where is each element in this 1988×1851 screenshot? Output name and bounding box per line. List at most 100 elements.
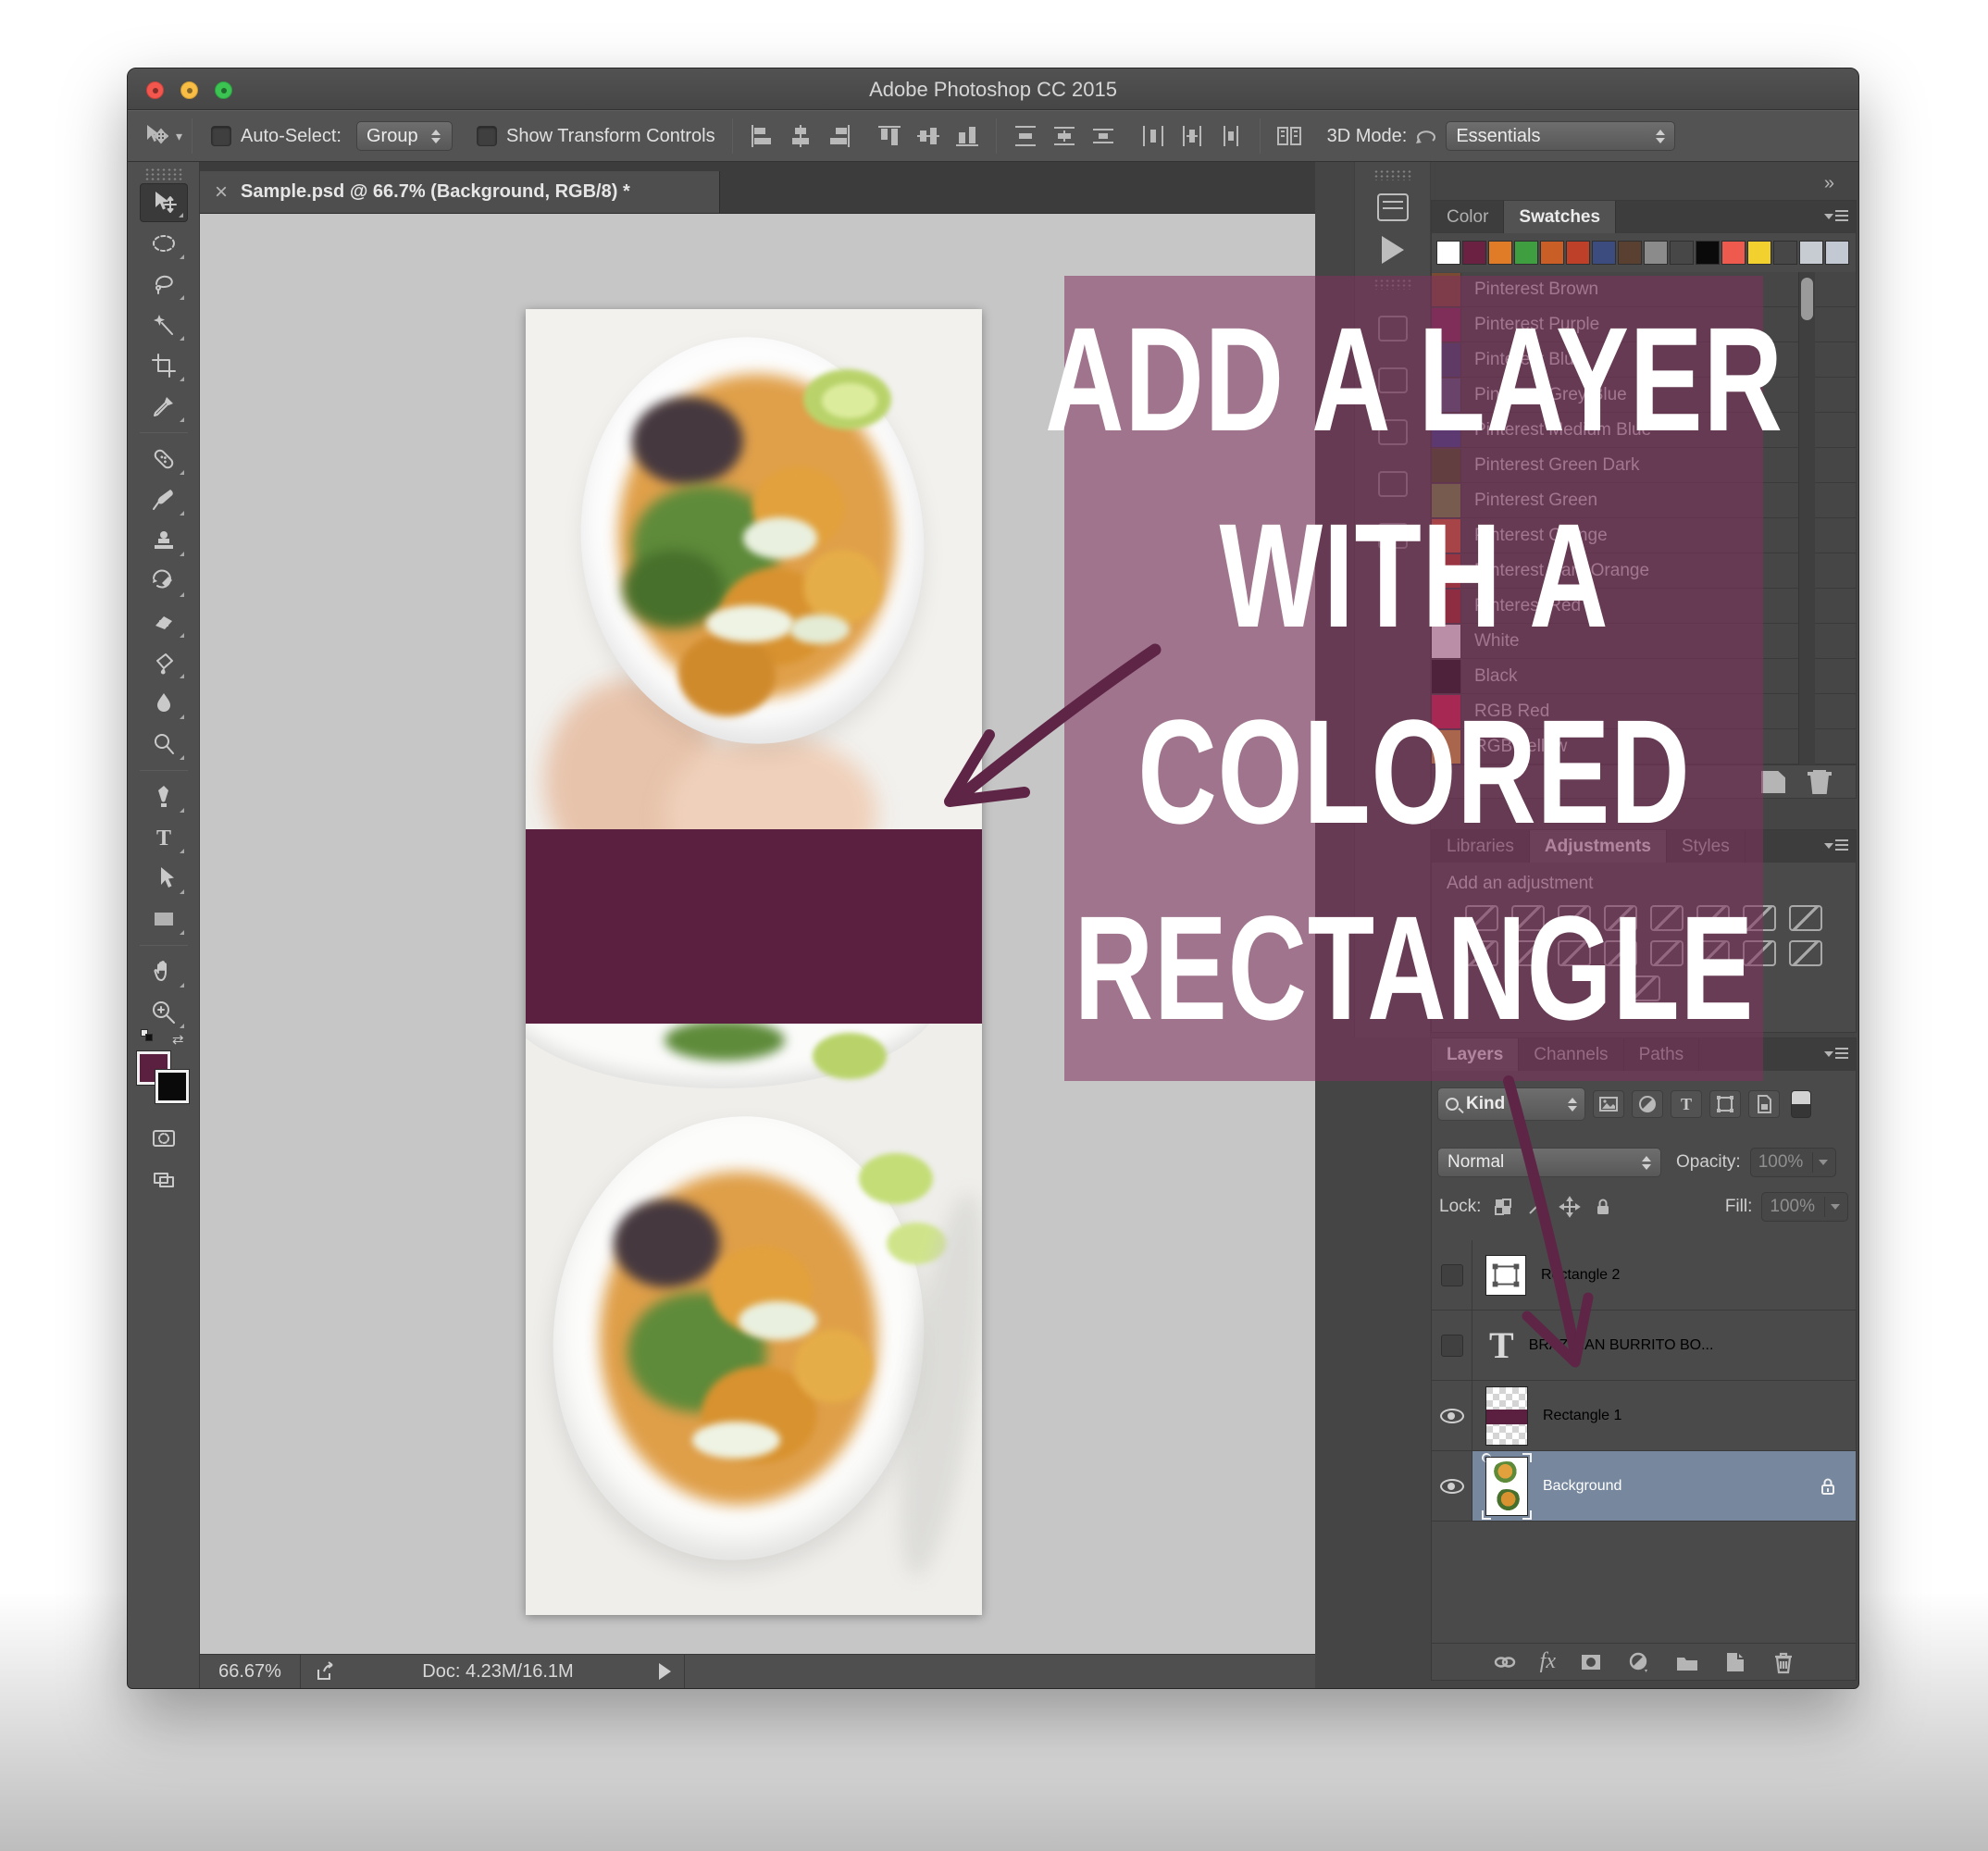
opacity-dropdown-icon[interactable]: [1819, 1160, 1828, 1165]
tool-magic-wand[interactable]: [140, 305, 188, 344]
swatch-chip[interactable]: [1644, 241, 1668, 265]
distribute-vertical-centers-icon[interactable]: [1050, 122, 1078, 150]
layer-row-rectangle1[interactable]: Rectangle 1: [1432, 1381, 1856, 1451]
new-adjustment-layer-icon[interactable]: [1626, 1649, 1652, 1675]
add-layer-mask-icon[interactable]: [1578, 1649, 1604, 1675]
align-left-edges-icon[interactable]: [748, 122, 776, 150]
layer-row-text[interactable]: T BRAZILIAN BURRITO BO...: [1432, 1311, 1856, 1381]
swatch-chip[interactable]: [1514, 241, 1538, 265]
distribute-left-edges-icon[interactable]: [1139, 122, 1167, 150]
auto-select-checkbox[interactable]: [211, 126, 231, 146]
layer-name[interactable]: Rectangle 2: [1541, 1267, 1620, 1284]
tool-lasso[interactable]: [140, 265, 188, 304]
distribute-horizontal-centers-icon[interactable]: [1178, 122, 1206, 150]
doc-info-segment[interactable]: Doc: 4.23M/16.1M: [302, 1655, 685, 1688]
tool-dodge[interactable]: [140, 725, 188, 764]
swatch-chip[interactable]: [1618, 241, 1642, 265]
tool-gradient[interactable]: [140, 643, 188, 682]
close-document-icon[interactable]: ×: [215, 180, 228, 205]
align-bottom-edges-icon[interactable]: [953, 122, 981, 150]
tool-hand[interactable]: [140, 952, 188, 991]
visibility-toggle[interactable]: [1432, 1311, 1472, 1380]
distribute-spacing-icon[interactable]: [1275, 122, 1303, 150]
tool-zoom[interactable]: [140, 993, 188, 1032]
tool-clone-stamp[interactable]: [140, 521, 188, 560]
tool-crop[interactable]: [140, 346, 188, 385]
lock-transparent-pixels-icon[interactable]: [1492, 1196, 1514, 1218]
swatch-chip[interactable]: [1488, 241, 1512, 265]
swatch-chip[interactable]: [1696, 241, 1720, 265]
eye-icon[interactable]: [1440, 1409, 1464, 1423]
show-transform-controls-checkbox[interactable]: [477, 126, 497, 146]
filter-shape-layers-icon[interactable]: [1709, 1090, 1741, 1118]
tool-preset-caret[interactable]: ▾: [176, 129, 182, 144]
strip-grip[interactable]: [1373, 169, 1411, 180]
align-vertical-centers-icon[interactable]: [914, 122, 942, 150]
document-tab[interactable]: × Sample.psd @ 66.7% (Background, RGB/8)…: [200, 171, 720, 213]
distribute-top-edges-icon[interactable]: [1012, 122, 1039, 150]
gradient-map-icon[interactable]: [1789, 940, 1822, 966]
delete-swatch-icon[interactable]: [1808, 770, 1832, 794]
layer-name[interactable]: BRAZILIAN BURRITO BO...: [1529, 1337, 1714, 1354]
zoom-level-field[interactable]: 66.67%: [200, 1655, 301, 1688]
align-top-edges-icon[interactable]: [876, 122, 903, 150]
swatch-chip[interactable]: [1747, 241, 1771, 265]
swatch-scrollbar[interactable]: [1798, 272, 1815, 764]
title-bar[interactable]: Adobe Photoshop CC 2015: [128, 68, 1858, 110]
filter-toggle[interactable]: [1791, 1090, 1811, 1118]
filter-adjustment-layers-icon[interactable]: [1632, 1090, 1663, 1118]
swap-colors-icon[interactable]: ⇄: [172, 1031, 184, 1048]
filter-smart-objects-icon[interactable]: [1748, 1090, 1780, 1118]
align-horizontal-centers-icon[interactable]: [787, 122, 814, 150]
black-white-icon[interactable]: [1789, 905, 1822, 931]
swatch-chip[interactable]: [1592, 241, 1616, 265]
swatch-chip[interactable]: [1773, 241, 1797, 265]
tab-color[interactable]: Color: [1432, 201, 1504, 233]
visibility-toggle[interactable]: [1432, 1240, 1472, 1310]
layer-name[interactable]: Background: [1543, 1478, 1621, 1495]
lock-all-icon[interactable]: [1592, 1196, 1614, 1218]
new-group-icon[interactable]: [1674, 1649, 1700, 1675]
layer-style-icon[interactable]: fx: [1540, 1649, 1556, 1674]
swatch-chip[interactable]: [1670, 241, 1694, 265]
tool-marquee[interactable]: [140, 224, 188, 263]
panel-menu-icon[interactable]: [1824, 838, 1848, 854]
hidden-visibility-box[interactable]: [1441, 1335, 1463, 1357]
tab-swatches[interactable]: Swatches: [1504, 201, 1616, 233]
tool-eraser[interactable]: [140, 603, 188, 641]
swatch-chip[interactable]: [1799, 241, 1823, 265]
tool-history-brush[interactable]: [140, 562, 188, 601]
panel-menu-icon[interactable]: [1824, 1046, 1848, 1062]
lock-position-icon[interactable]: [1559, 1196, 1581, 1218]
quick-mask-icon[interactable]: [140, 1119, 188, 1158]
share-icon[interactable]: [315, 1660, 337, 1683]
layer-filter-dropdown[interactable]: Kind: [1437, 1087, 1585, 1121]
actions-panel-icon[interactable]: [1382, 236, 1404, 264]
lock-image-pixels-icon[interactable]: [1525, 1196, 1547, 1218]
swatch-chip[interactable]: [1566, 241, 1590, 265]
auto-select-scope-dropdown[interactable]: Group: [356, 121, 453, 151]
swatch-chip[interactable]: [1436, 241, 1460, 265]
toolbar-grip[interactable]: [144, 168, 182, 180]
tool-brush[interactable]: [140, 480, 188, 519]
hidden-visibility-box[interactable]: [1441, 1264, 1463, 1286]
filter-pixel-layers-icon[interactable]: [1593, 1090, 1624, 1118]
visibility-toggle[interactable]: [1432, 1451, 1472, 1521]
opacity-field[interactable]: 100%: [1750, 1148, 1837, 1177]
tool-rectangle[interactable]: [140, 900, 188, 938]
screen-mode-icon[interactable]: [140, 1160, 188, 1199]
tool-blur[interactable]: [140, 684, 188, 723]
panel-menu-icon[interactable]: [1824, 208, 1848, 225]
tool-path-selection[interactable]: [140, 859, 188, 898]
swatch-chip[interactable]: [1540, 241, 1564, 265]
layer-name[interactable]: Rectangle 1: [1543, 1408, 1621, 1424]
swatch-chip[interactable]: [1825, 241, 1849, 265]
colored-rectangle-layer[interactable]: [526, 829, 982, 1024]
tool-move[interactable]: [140, 183, 188, 222]
document[interactable]: [526, 309, 982, 1615]
tool-pen[interactable]: [140, 777, 188, 816]
layer-row-rectangle2[interactable]: Rectangle 2: [1432, 1240, 1856, 1311]
distribute-bottom-edges-icon[interactable]: [1089, 122, 1117, 150]
distribute-right-edges-icon[interactable]: [1217, 122, 1245, 150]
swatch-chip[interactable]: [1721, 241, 1746, 265]
